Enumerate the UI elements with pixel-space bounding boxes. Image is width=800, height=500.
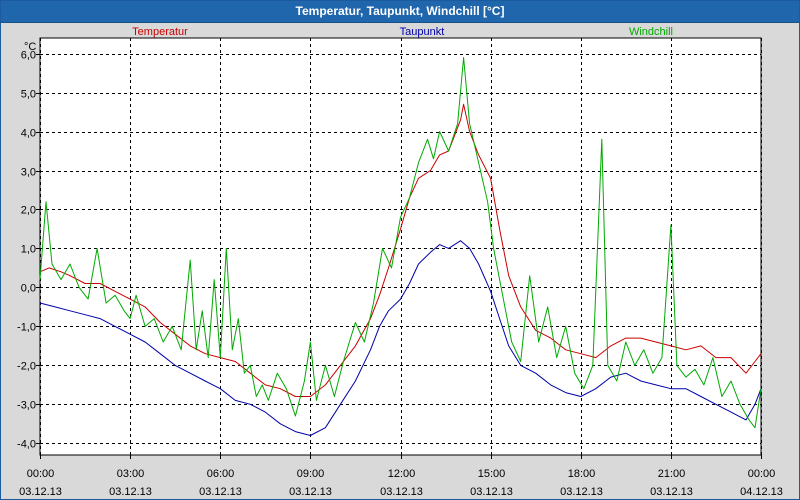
x-tick-label-time: 00:00 xyxy=(748,468,776,480)
x-tick-label-date: 03.12.13 xyxy=(650,486,693,498)
x-tick-label-time: 21:00 xyxy=(658,468,686,480)
y-tick-label: 0,0 xyxy=(21,283,36,295)
x-tick-label-date: 03.12.13 xyxy=(470,486,513,498)
legend-windchill: Windchill xyxy=(629,26,673,38)
y-tick-label: 3,0 xyxy=(21,167,36,179)
y-tick-label: -3,0 xyxy=(17,400,36,412)
legend-temperatur: Temperatur xyxy=(132,26,188,38)
x-tick-label-date: 03.12.13 xyxy=(19,486,62,498)
line-chart: 6,05,04,03,02,01,00,0-1,0-2,0-3,0-4,000:… xyxy=(17,26,783,498)
x-tick-label-time: 03:00 xyxy=(117,468,145,480)
y-tick-label: -4,0 xyxy=(17,439,36,451)
y-tick-label: 2,0 xyxy=(21,205,36,217)
x-tick-label-time: 12:00 xyxy=(388,468,416,480)
x-tick-label-time: 06:00 xyxy=(207,468,235,480)
x-tick-label-time: 15:00 xyxy=(478,468,506,480)
y-tick-label: 4,0 xyxy=(21,128,36,140)
y-tick-label: -2,0 xyxy=(17,361,36,373)
x-tick-label-date: 04.12.13 xyxy=(740,486,783,498)
x-tick-label-date: 03.12.13 xyxy=(109,486,152,498)
x-tick-label-date: 03.12.13 xyxy=(560,486,603,498)
x-tick-label-time: 00:00 xyxy=(27,468,55,480)
x-tick-label-date: 03.12.13 xyxy=(199,486,242,498)
x-tick-label-date: 03.12.13 xyxy=(380,486,423,498)
y-tick-label: 5,0 xyxy=(21,89,36,101)
x-tick-label-date: 03.12.13 xyxy=(289,486,332,498)
plot-area xyxy=(39,37,762,456)
y-axis-label: °C xyxy=(24,41,36,53)
legend-taupunkt: Taupunkt xyxy=(400,26,445,38)
y-tick-label: -1,0 xyxy=(17,322,36,334)
y-tick-label: 1,0 xyxy=(21,244,36,256)
x-tick-label-time: 09:00 xyxy=(297,468,325,480)
x-tick-label-time: 18:00 xyxy=(568,468,596,480)
